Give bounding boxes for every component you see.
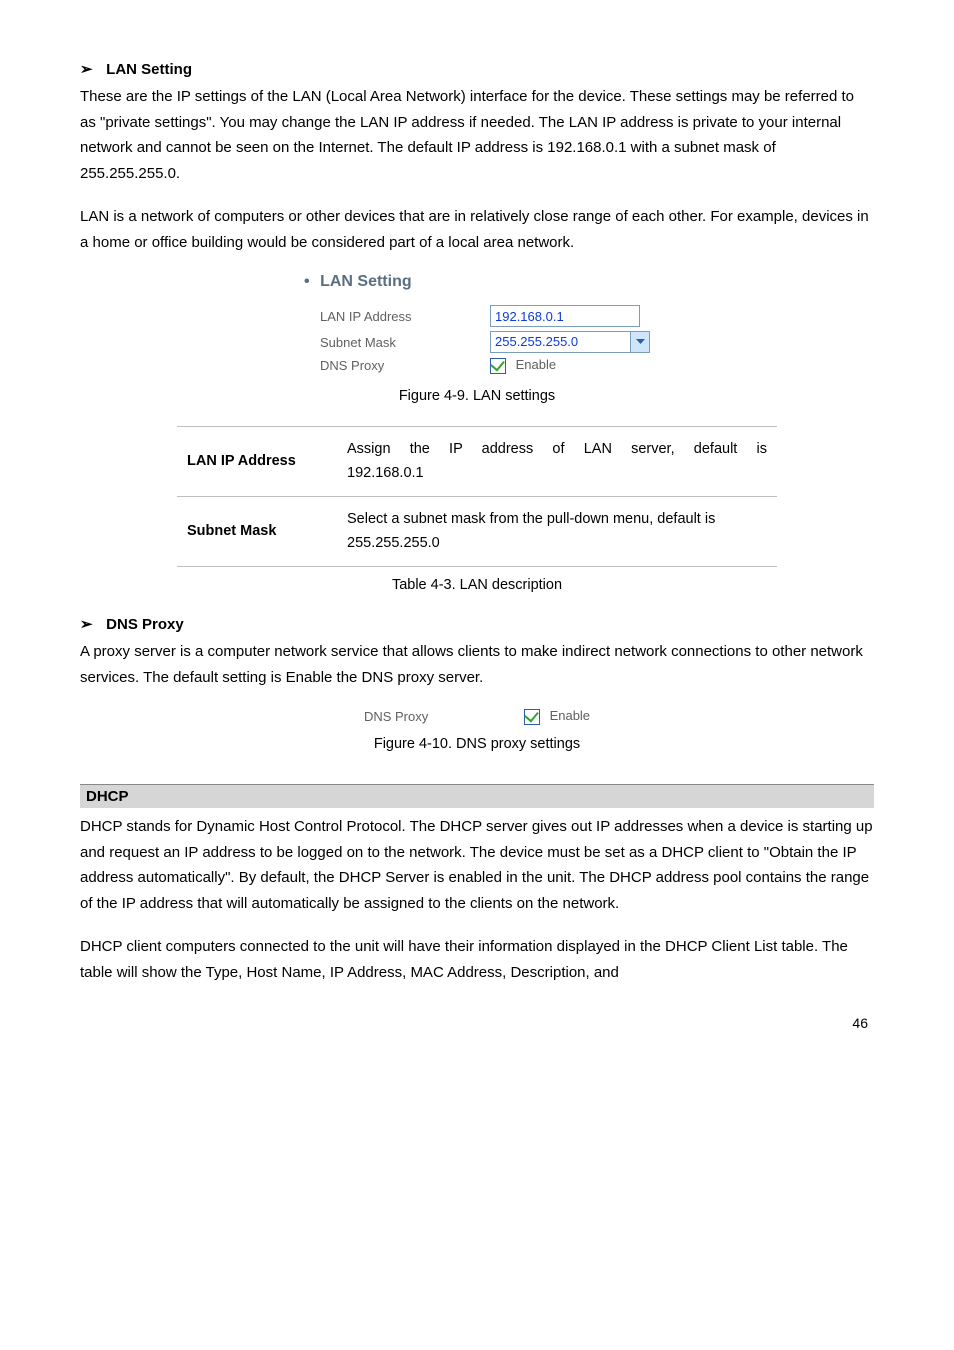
desc-val-lan-ip-line2: 192.168.0.1 <box>347 461 767 486</box>
dns-proxy-fig-label: DNS Proxy <box>364 709 524 724</box>
table-row: LAN IP Address Assign the IP address of … <box>177 426 777 496</box>
dhcp-paragraph-2: DHCP client computers connected to the u… <box>80 934 874 985</box>
dns-proxy-title: DNS Proxy <box>106 616 184 633</box>
bullet-arrow-icon: ➢ <box>80 60 102 78</box>
subnet-mask-value: 255.255.255.0 <box>490 331 631 353</box>
chevron-down-icon <box>631 331 650 353</box>
lan-paragraph-2: LAN is a network of computers or other d… <box>80 204 874 255</box>
lan-setting-heading: ➢ LAN Setting <box>80 60 874 78</box>
dns-proxy-fig-checkbox[interactable] <box>524 709 540 725</box>
dns-proxy-paragraph: A proxy server is a computer network ser… <box>80 639 874 690</box>
dns-proxy-enable-text: Enable <box>516 357 556 372</box>
dhcp-paragraph-1: DHCP stands for Dynamic Host Control Pro… <box>80 814 874 916</box>
desc-val-lan-ip-line1: Assign the IP address of LAN server, def… <box>347 437 767 462</box>
table-4-3-caption: Table 4-3. LAN description <box>80 577 874 593</box>
dns-proxy-figure: DNS Proxy Enable <box>364 708 590 725</box>
figure-4-10-caption: Figure 4-10. DNS proxy settings <box>80 736 874 752</box>
table-row: Subnet Mask Select a subnet mask from th… <box>177 496 777 566</box>
lan-settings-figure: • LAN Setting LAN IP Address Subnet Mask… <box>304 273 650 378</box>
desc-key-lan-ip: LAN IP Address <box>177 426 337 496</box>
lan-ip-label: LAN IP Address <box>304 309 490 324</box>
desc-val-subnet-line1: Select a subnet mask from the pull-down … <box>347 507 767 532</box>
page-number: 46 <box>80 1015 874 1031</box>
lan-description-table: LAN IP Address Assign the IP address of … <box>177 426 777 568</box>
dns-proxy-label: DNS Proxy <box>304 358 490 373</box>
dns-proxy-fig-enable-text: Enable <box>550 708 590 723</box>
desc-key-subnet: Subnet Mask <box>177 496 337 566</box>
figure-4-9-caption: Figure 4-9. LAN settings <box>80 388 874 404</box>
dhcp-section-bar: DHCP <box>80 784 874 808</box>
desc-val-subnet-line2: 255.255.255.0 <box>347 531 767 556</box>
lan-figure-title-text: LAN Setting <box>320 273 412 290</box>
subnet-mask-label: Subnet Mask <box>304 335 490 350</box>
bullet-dot-icon: • <box>304 273 310 290</box>
bullet-arrow-icon: ➢ <box>80 615 102 633</box>
lan-figure-title: • LAN Setting <box>304 273 650 291</box>
dns-proxy-checkbox[interactable] <box>490 358 506 374</box>
lan-setting-title: LAN Setting <box>106 61 192 78</box>
lan-paragraph-1: These are the IP settings of the LAN (Lo… <box>80 84 874 186</box>
lan-ip-input[interactable] <box>490 305 640 327</box>
subnet-mask-select[interactable]: 255.255.255.0 <box>490 331 650 353</box>
dns-proxy-heading: ➢ DNS Proxy <box>80 615 874 633</box>
